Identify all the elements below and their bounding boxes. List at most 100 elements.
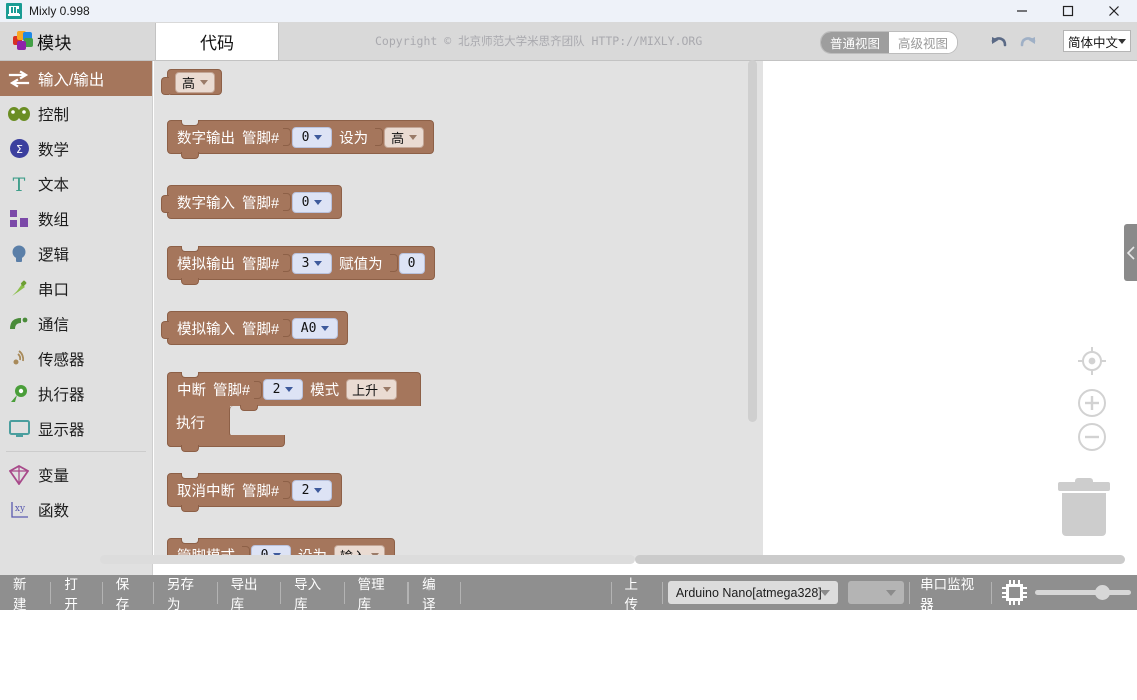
sidebar-item-function[interactable]: xy 函数: [0, 492, 152, 527]
gamepad-icon: [7, 102, 31, 126]
field-level-value[interactable]: 高: [384, 126, 425, 148]
trash-icon[interactable]: [1058, 478, 1110, 536]
sidebar-item-actuator[interactable]: 执行器: [0, 376, 152, 411]
trash-body: [1062, 493, 1106, 536]
toolbar-divider: [661, 581, 663, 604]
field-analog-pin[interactable]: A0: [292, 317, 339, 339]
sidebar-item-io[interactable]: 输入/输出: [0, 61, 152, 96]
block-top-notch: [181, 246, 199, 252]
zoom-slider[interactable]: [1034, 580, 1131, 605]
workspace-horizontal-scrollbar[interactable]: [635, 555, 1125, 564]
puzzle-icon: [13, 31, 33, 51]
language-select[interactable]: 简体中文: [1063, 30, 1131, 52]
block-digital-read[interactable]: 数字输入 管脚# 0: [161, 185, 343, 219]
value-socket: [283, 193, 292, 211]
flyout-vertical-scrollbar[interactable]: [748, 60, 757, 422]
field-interrupt-pin[interactable]: 2: [263, 379, 304, 400]
field-text: 2: [301, 482, 310, 498]
value-socket: [254, 380, 263, 399]
minimize-icon[interactable]: [999, 0, 1045, 22]
sidebar-item-control[interactable]: 控制: [0, 96, 152, 131]
trash-handle: [1075, 478, 1093, 483]
block-bottom-bump: [181, 152, 199, 159]
block-label: 模拟输入: [177, 321, 235, 338]
block-attach-interrupt[interactable]: 中断 管脚# 2 模式 上升 执行: [167, 372, 421, 452]
slider-knob[interactable]: [1094, 585, 1110, 600]
sidebar-item-serial[interactable]: 串口: [0, 271, 152, 306]
value-socket: [375, 128, 384, 146]
block-label: 管脚#: [213, 383, 251, 399]
statement-input-slot[interactable]: [229, 405, 284, 437]
tab-modules[interactable]: 模块: [0, 22, 153, 60]
chevron-left-icon[interactable]: [1124, 224, 1137, 281]
lightbulb-icon: [7, 242, 31, 266]
sidebar-item-display[interactable]: 显示器: [0, 411, 152, 446]
serial-monitor-button[interactable]: 串口监视器: [910, 575, 991, 612]
field-pin-number[interactable]: 0: [292, 191, 333, 213]
block-detach-interrupt[interactable]: 取消中断 管脚# 2: [167, 473, 343, 512]
field-pin-number[interactable]: 0: [292, 126, 333, 148]
block-attach-interrupt-header[interactable]: 中断 管脚# 2 模式 上升: [167, 372, 421, 406]
zoom-out-icon[interactable]: [1076, 421, 1108, 458]
upload-button[interactable]: 上传: [612, 575, 662, 612]
zoom-in-icon[interactable]: [1076, 387, 1108, 424]
sidebar-item-communication[interactable]: 通信: [0, 306, 152, 341]
block-digital-write[interactable]: 数字输出 管脚# 0 设为 高: [167, 120, 435, 159]
sidebar-item-variable[interactable]: 变量: [0, 457, 152, 492]
undo-icon[interactable]: [986, 30, 1010, 54]
block-palette-flyout[interactable]: 高 数字输出 管脚# 0 设为 高 数字输入 管脚# 0 模拟输出 管脚# 3 …: [154, 61, 763, 559]
variable-diamond-icon: [7, 463, 31, 487]
value-socket: [283, 128, 292, 146]
port-select[interactable]: [848, 581, 905, 604]
mixly-application-window: Mixly 0.998 模块 代码 Copyright © 北京师范大学米思齐团…: [0, 0, 1137, 700]
field-value-high[interactable]: 高: [175, 71, 215, 93]
top-toolbar: 模块 代码 Copyright © 北京师范大学米思齐团队 HTTP://MIX…: [0, 22, 1137, 61]
new-button[interactable]: 新建: [0, 575, 50, 612]
block-analog-read[interactable]: 模拟输入 管脚# A0: [161, 311, 349, 345]
sidebar-item-array[interactable]: 数组: [0, 201, 152, 236]
chip-icon[interactable]: [1001, 580, 1027, 605]
chevron-down-icon: [314, 487, 323, 493]
sidebar-item-logic[interactable]: 逻辑: [0, 236, 152, 271]
chevron-down-icon: [886, 590, 897, 596]
chevron-down-icon: [1118, 39, 1126, 44]
close-icon[interactable]: [1091, 0, 1137, 22]
save-button[interactable]: 保存: [103, 575, 153, 612]
block-analog-write[interactable]: 模拟输出 管脚# 3 赋值为 0: [167, 246, 435, 285]
chevron-down-icon: [820, 590, 831, 596]
sidebar-item-label: 控制: [38, 106, 70, 124]
sidebar-item-text[interactable]: T 文本: [0, 166, 152, 201]
view-advanced-button[interactable]: 高级视图: [889, 32, 958, 53]
language-select-value: 简体中文: [1068, 35, 1119, 50]
tab-code[interactable]: 代码: [155, 23, 279, 60]
save-as-button[interactable]: 另存为: [154, 575, 217, 612]
view-normal-button[interactable]: 普通视图: [821, 32, 890, 53]
maximize-icon[interactable]: [1045, 0, 1091, 22]
bottom-toolbar: 新建 打开 保存 另存为 导出库 导入库 管理库 编译 上传 Arduino N…: [0, 575, 1137, 612]
block-value-high[interactable]: 高: [161, 69, 222, 95]
sigma-circle-icon: Σ: [7, 137, 31, 161]
field-pin-number[interactable]: 3: [292, 252, 333, 274]
import-library-button[interactable]: 导入库: [281, 575, 344, 612]
field-interrupt-pin[interactable]: 2: [292, 479, 333, 501]
field-text: 上升: [352, 384, 379, 399]
sidebar-item-math[interactable]: Σ 数学: [0, 131, 152, 166]
block-label: 数字输入: [177, 195, 235, 212]
block-label: 中断: [177, 383, 206, 399]
block-label: 管脚#: [242, 130, 280, 147]
block-bottom-bump: [181, 278, 199, 285]
board-select[interactable]: Arduino Nano[atmega328]: [667, 581, 839, 604]
sidebar-item-sensor[interactable]: 传感器: [0, 341, 152, 376]
sidebar-item-label: 函数: [38, 502, 70, 520]
field-interrupt-mode[interactable]: 上升: [346, 379, 398, 400]
open-button[interactable]: 打开: [51, 575, 101, 612]
center-target-icon[interactable]: [1076, 345, 1108, 382]
field-analog-value[interactable]: 0: [398, 252, 425, 274]
redo-icon[interactable]: [1017, 30, 1041, 54]
block-label: 管脚#: [242, 483, 280, 500]
export-library-button[interactable]: 导出库: [218, 575, 281, 612]
manage-library-button[interactable]: 管理库: [345, 575, 408, 612]
view-mode-toggle[interactable]: 普通视图 高级视图: [820, 31, 959, 54]
trash-lid: [1058, 482, 1110, 491]
compile-button[interactable]: 编译: [409, 575, 459, 612]
